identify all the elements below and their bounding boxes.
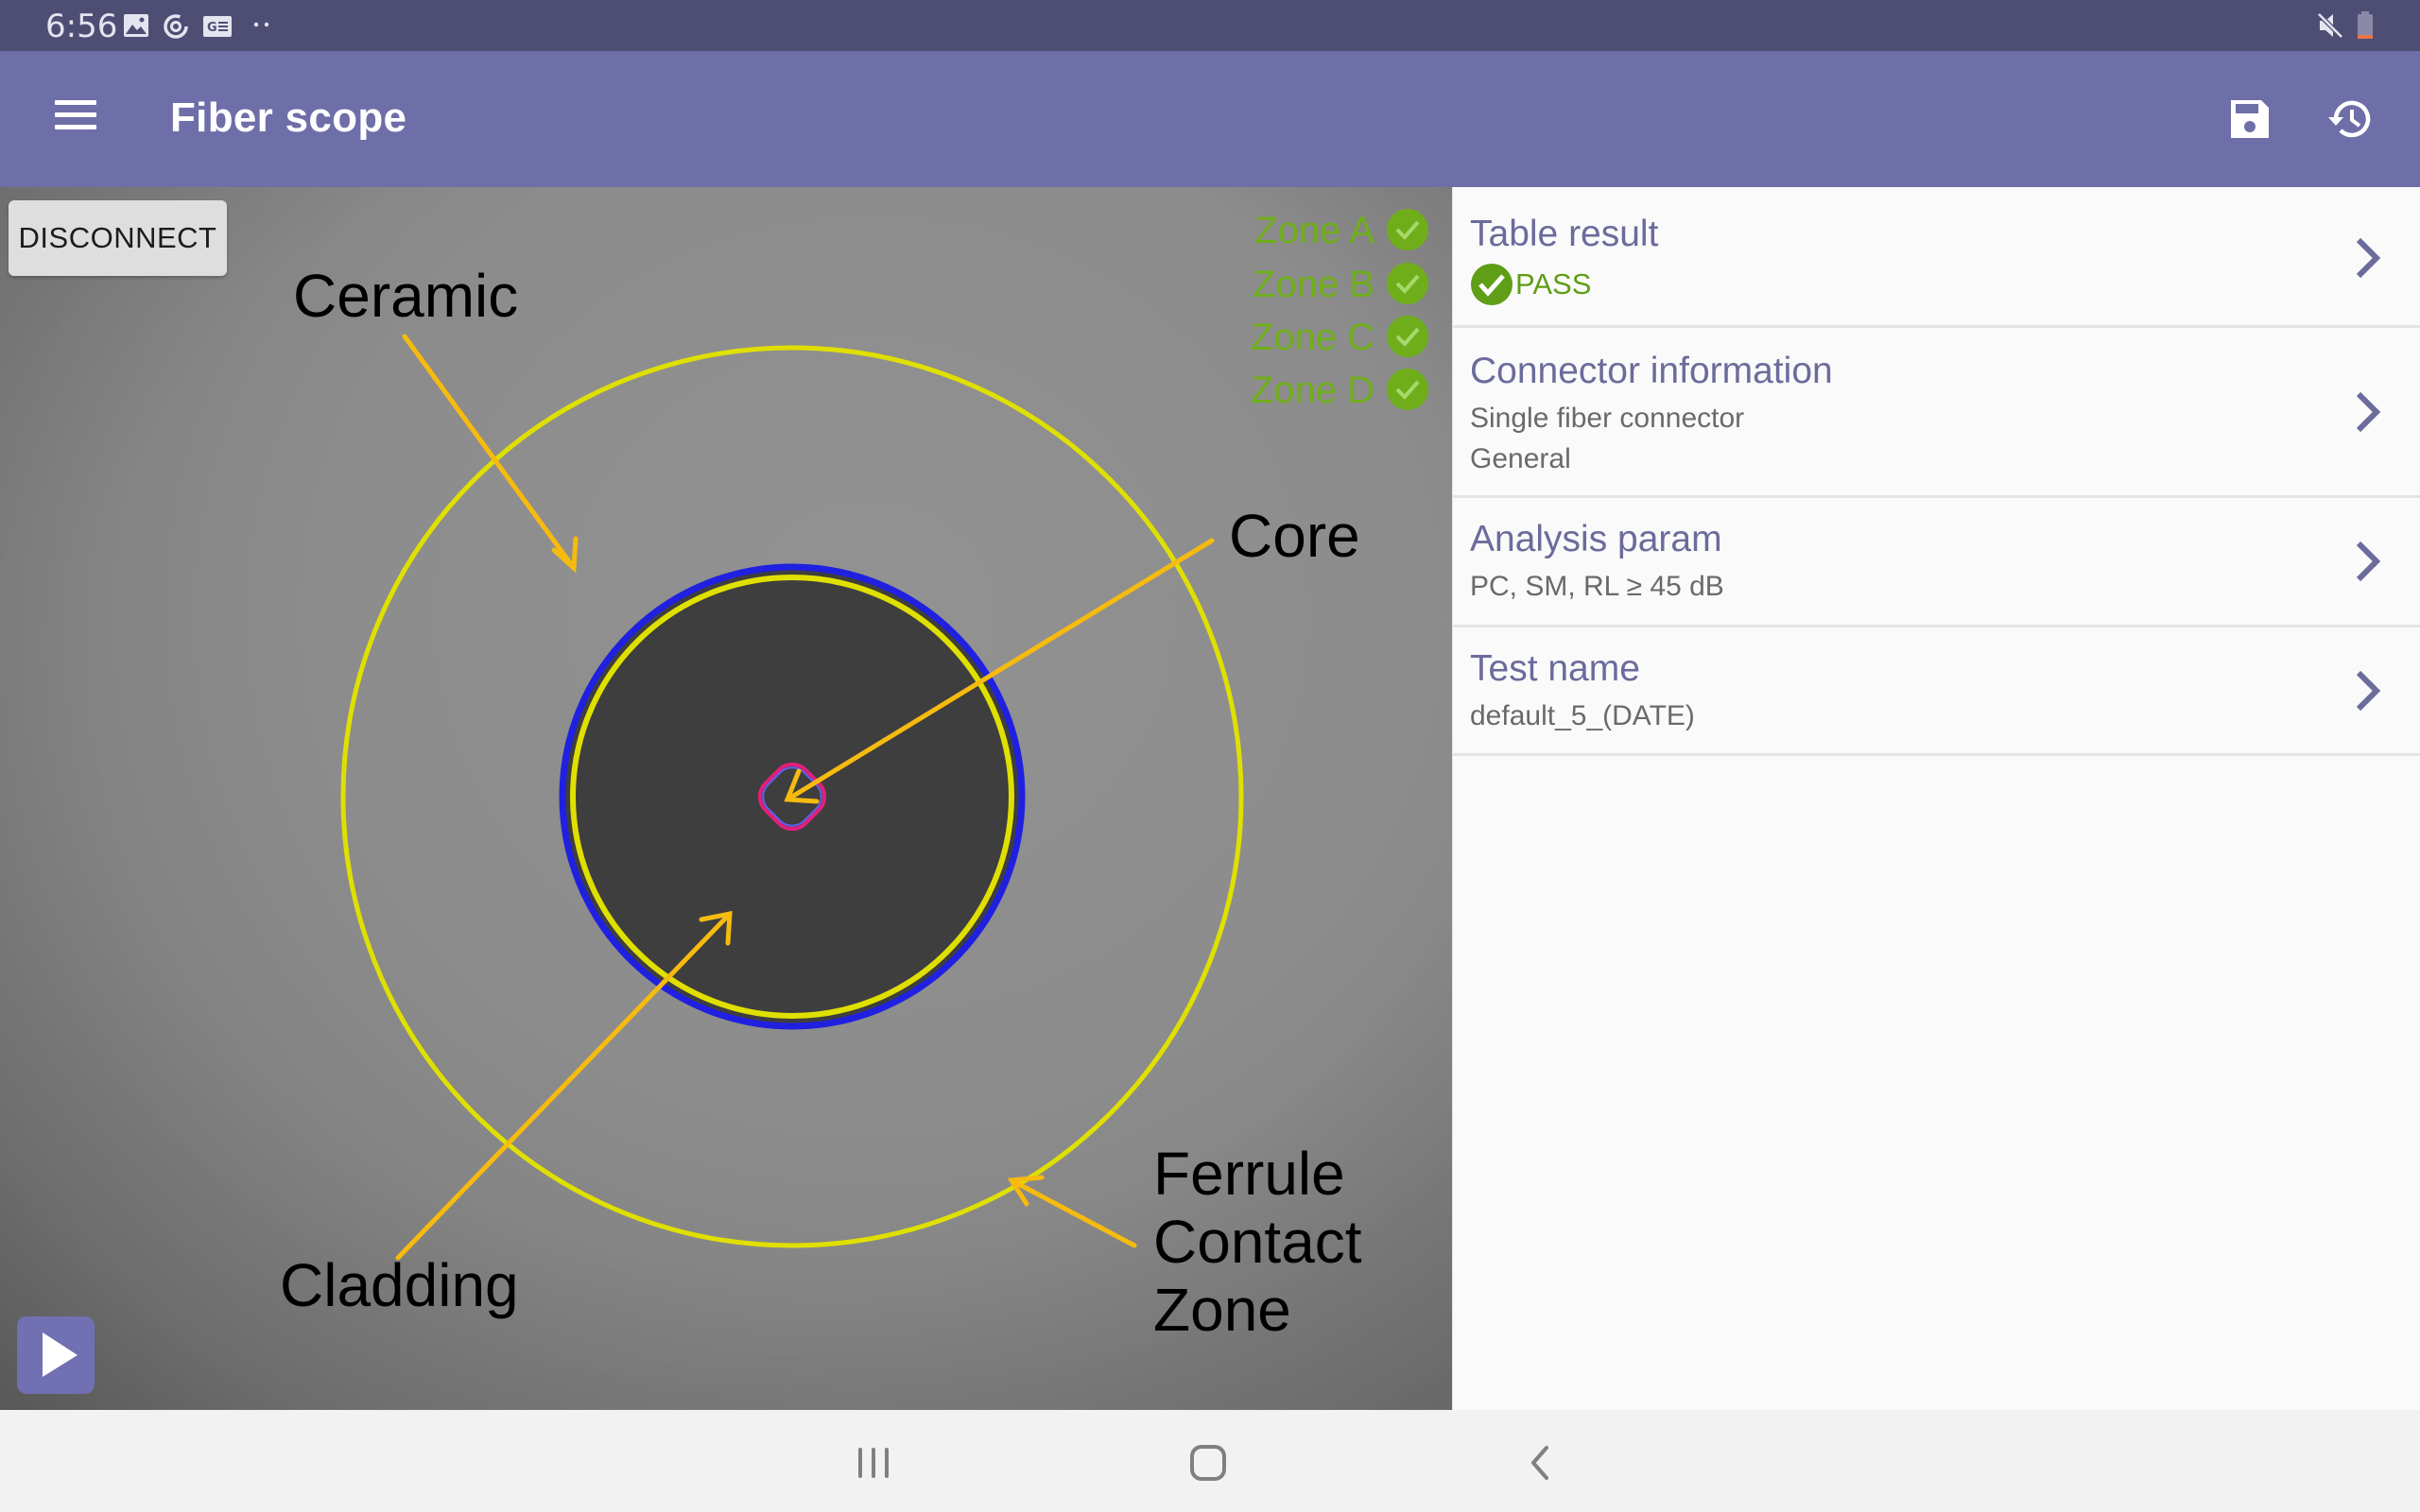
list-item-table-result[interactable]: Table result PASS (1453, 187, 2420, 328)
results-panel: Table result PASS Connector information … (1452, 187, 2420, 1410)
disconnect-button[interactable]: DISCONNECT (9, 200, 227, 276)
item-subtitle: General (1470, 443, 1571, 474)
app-bar: Fiber scope (0, 51, 2420, 187)
annotation-core: Core (1229, 502, 1360, 570)
chevron-right-icon (2356, 391, 2381, 433)
zone-label: Zone A (1254, 210, 1374, 251)
chevron-right-icon (2356, 237, 2381, 279)
annotation-ferrule-line3: Zone (1153, 1276, 1291, 1344)
zone-label: Zone B (1253, 264, 1374, 305)
zone-label: Zone C (1250, 317, 1374, 358)
chevron-right-icon (2356, 541, 2381, 582)
page-title: Fiber scope (170, 94, 407, 141)
home-icon[interactable] (1180, 1436, 1236, 1489)
gallery-icon (124, 14, 148, 37)
zone-d-status: Zone D (1168, 366, 1452, 415)
list-item-connector-information[interactable]: Connector information Single fiber conne… (1453, 328, 2420, 498)
back-icon[interactable] (1512, 1436, 1569, 1489)
check-circle-icon (1387, 369, 1428, 410)
list-item-analysis-param[interactable]: Analysis param PC, SM, RL ≥ 45 dB (1453, 498, 2420, 627)
history-clock-icon[interactable] (2325, 93, 2377, 146)
mute-icon (2317, 12, 2343, 39)
battery-low-icon (2358, 11, 2373, 39)
check-circle-icon (1387, 263, 1428, 304)
pass-check-icon (1471, 264, 1512, 305)
status-bar: 6:56 G (0, 0, 2420, 51)
more-dots-icon (253, 22, 269, 27)
annotation-ceramic: Ceramic (293, 262, 519, 330)
fiber-camera-view: Ceramic Core Cladding Ferrule Contact Zo… (0, 187, 1452, 1410)
system-nav-bar (0, 1410, 2420, 1512)
zone-b-status: Zone B (1168, 260, 1452, 309)
play-button[interactable] (17, 1316, 95, 1394)
play-icon (43, 1332, 78, 1377)
zone-label: Zone D (1250, 369, 1374, 411)
list-item-test-name[interactable]: Test name default_5_(DATE) (1453, 627, 2420, 756)
zone-c-status: Zone C (1168, 313, 1452, 362)
sync-icon (164, 14, 188, 39)
zone-a-status: Zone A (1168, 206, 1452, 255)
item-title: Table result (1470, 214, 1659, 254)
pass-text: PASS (1515, 267, 1592, 301)
floppy-save-icon[interactable] (2223, 93, 2276, 146)
item-subtitle: default_5_(DATE) (1470, 700, 1695, 731)
chevron-right-icon (2356, 670, 2381, 712)
hamburger-menu-icon[interactable] (55, 100, 96, 138)
item-subtitle: Single fiber connector (1470, 403, 1745, 434)
check-circle-icon (1387, 316, 1428, 357)
svg-text:G: G (207, 21, 217, 35)
item-title: Analysis param (1470, 519, 1722, 559)
item-title: Connector information (1470, 351, 1833, 391)
recents-icon[interactable] (847, 1436, 904, 1489)
news-icon: G (203, 16, 232, 37)
status-time: 6:56 (45, 8, 118, 45)
item-title: Test name (1470, 648, 1640, 689)
pass-badge: PASS (1470, 263, 1591, 306)
annotation-ferrule-line1: Ferrule (1153, 1140, 1345, 1208)
item-subtitle: PC, SM, RL ≥ 45 dB (1470, 571, 1724, 602)
annotation-cladding: Cladding (280, 1251, 519, 1319)
annotation-ferrule-line2: Contact (1153, 1208, 1362, 1276)
check-circle-icon (1387, 209, 1428, 250)
